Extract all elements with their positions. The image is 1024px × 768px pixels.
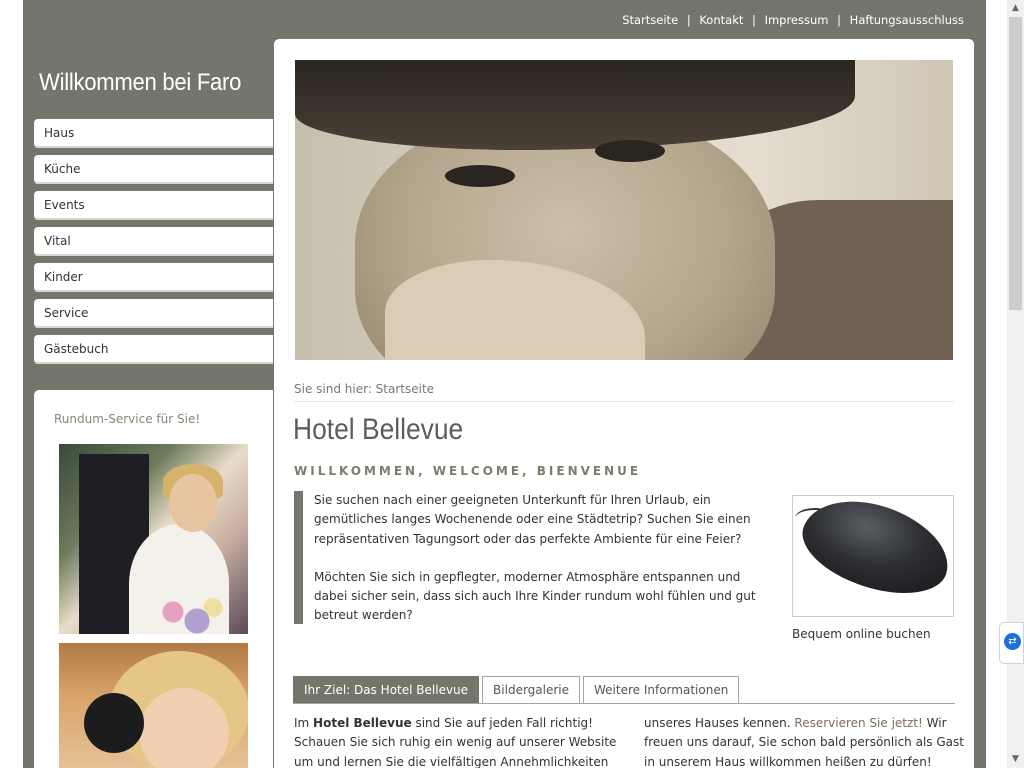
scrollbar-thumb[interactable] [1009,17,1022,310]
sidebar-item-service[interactable]: Service [34,299,273,328]
tab-bildergalerie[interactable]: Bildergalerie [482,676,581,704]
tab-hotel-bellevue[interactable]: Ihr Ziel: Das Hotel Bellevue [293,676,480,704]
intro-paragraph: Sie suchen nach einer geeigneten Unterku… [314,493,751,546]
top-nav-kontakt[interactable]: Kontakt [699,13,743,27]
top-nav-impressum[interactable]: Impressum [765,13,829,27]
intro-paragraph: Möchten Sie sich in gepflegter, moderner… [314,569,756,623]
hero-image [295,60,953,360]
sidebar-item-vital[interactable]: Vital [34,227,273,256]
sidebar-item-haus[interactable]: Haus [34,119,273,148]
photo-detail [169,474,217,532]
tab-content-column: Im Hotel Bellevue sind Sie auf jeden Fal… [294,714,620,768]
photo-detail [149,594,229,634]
sidebar-navigation: Haus Küche Events Vital Kinder Service G… [34,119,273,371]
teamviewer-icon: ⇄ [1004,633,1021,650]
photo-detail [445,165,515,187]
text-fragment: Im [294,716,314,730]
sidebar-item-kinder[interactable]: Kinder [34,263,273,292]
chevron-down-icon[interactable]: ▼ [1007,751,1024,768]
hotel-name: Hotel Bellevue [313,716,412,730]
page-title: Hotel Bellevue [293,413,464,446]
divider [293,703,955,704]
top-navigation: Startseite | Kontakt | Impressum | Haftu… [622,13,964,27]
main-content: Sie sind hier: Startseite Hotel Bellevue… [274,39,974,768]
photo-detail [595,140,665,162]
sidebar-item-gaestebuch[interactable]: Gästebuch [34,335,273,364]
divider [294,401,954,402]
content-tabs: Ihr Ziel: Das Hotel Bellevue Bildergaler… [293,676,742,704]
sidebar-service-box: Rundum-Service für Sie! [34,390,273,768]
sidebar-box-heading: Rundum-Service für Sie! [54,412,201,426]
top-nav-separator: | [752,13,756,27]
top-nav-separator: | [837,13,842,27]
chevron-up-icon[interactable]: ▲ [1007,0,1024,17]
photo-detail [84,693,144,753]
sidebar-item-events[interactable]: Events [34,191,273,220]
reserve-link[interactable]: Reservieren Sie jetzt! [794,716,922,730]
beauty-photo[interactable] [59,643,248,768]
wedding-photo[interactable] [59,444,248,634]
text-fragment: unseres Hauses kennen. [644,716,795,730]
top-nav-startseite[interactable]: Startseite [622,13,678,27]
top-nav-haftungsausschluss[interactable]: Haftungsausschluss [850,13,964,27]
photo-detail [139,688,229,768]
intro-quote: Sie suchen nach einer geeigneten Unterku… [294,491,772,624]
booking-image[interactable] [792,484,960,617]
breadcrumb: Sie sind hier: Startseite [294,382,435,396]
tab-weitere-informationen[interactable]: Weitere Informationen [583,676,740,704]
photo-detail [295,60,855,150]
teamviewer-widget[interactable]: ⇄ [999,622,1024,664]
page-subtitle: WILLKOMMEN, WELCOME, BIENVENUE [294,464,642,478]
booking-caption[interactable]: Bequem online buchen [792,627,931,641]
sidebar-item-kueche[interactable]: Küche [34,155,273,184]
photo-detail [792,484,960,610]
tab-content-column: unseres Hauses kennen. Reservieren Sie j… [644,714,970,768]
site-title: Willkommen bei Faro [39,69,242,96]
top-nav-separator: | [686,13,691,27]
